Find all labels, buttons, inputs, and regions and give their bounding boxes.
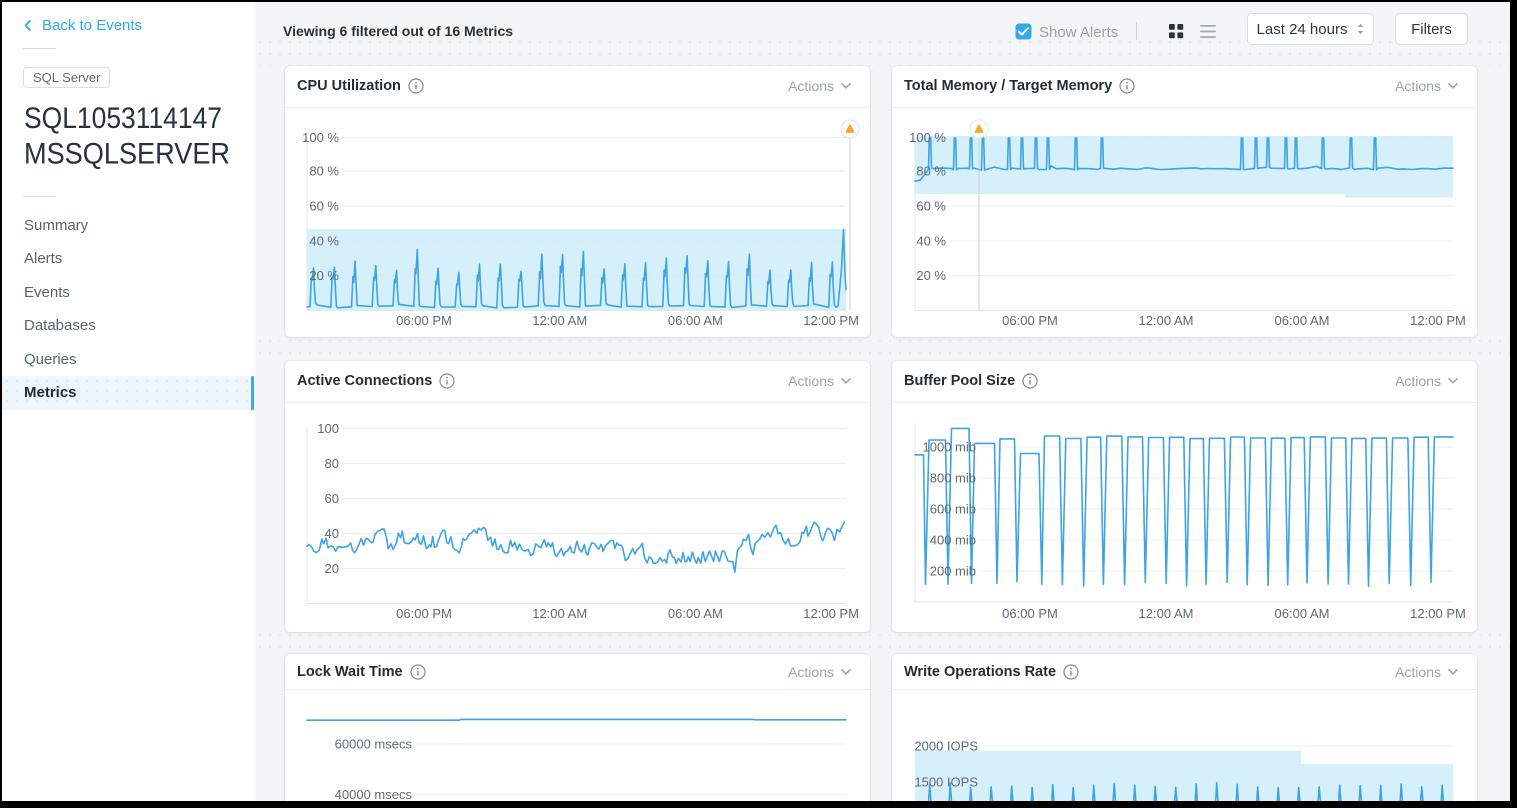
- svg-text:40: 40: [325, 526, 339, 541]
- svg-text:60 %: 60 %: [309, 199, 339, 214]
- svg-text:1500 IOPS: 1500 IOPS: [914, 775, 978, 790]
- svg-text:400 mib: 400 mib: [930, 533, 976, 548]
- svg-text:MSSQLSERVER: MSSQLSERVER: [24, 138, 230, 171]
- svg-text:12:00 PM: 12:00 PM: [1410, 606, 1466, 621]
- svg-text:06:00 AM: 06:00 AM: [1275, 606, 1330, 621]
- svg-text:06:00 AM: 06:00 AM: [1275, 313, 1330, 328]
- svg-text:100: 100: [317, 421, 339, 436]
- svg-text:80 %: 80 %: [309, 164, 339, 179]
- svg-text:1000 mib: 1000 mib: [923, 440, 976, 455]
- svg-text:200 mib: 200 mib: [930, 564, 976, 579]
- svg-text:12:00 AM: 12:00 AM: [1139, 313, 1194, 328]
- svg-text:12:00 PM: 12:00 PM: [803, 606, 859, 621]
- svg-text:12:00 AM: 12:00 AM: [1139, 606, 1194, 621]
- svg-text:800 mib: 800 mib: [930, 471, 976, 486]
- svg-text:12:00 AM: 12:00 AM: [532, 606, 587, 621]
- svg-text:20 %: 20 %: [309, 268, 339, 283]
- svg-text:06:00 PM: 06:00 PM: [1002, 313, 1058, 328]
- svg-text:06:00 PM: 06:00 PM: [396, 606, 452, 621]
- svg-text:06:00 AM: 06:00 AM: [668, 606, 723, 621]
- svg-text:40000 msecs: 40000 msecs: [335, 787, 413, 801]
- svg-text:60: 60: [325, 491, 339, 506]
- svg-text:12:00 PM: 12:00 PM: [1410, 313, 1466, 328]
- svg-text:12:00 PM: 12:00 PM: [803, 313, 859, 328]
- svg-text:80: 80: [325, 456, 339, 471]
- svg-text:60 %: 60 %: [916, 199, 946, 214]
- svg-text:06:00 PM: 06:00 PM: [396, 313, 452, 328]
- svg-text:06:00 AM: 06:00 AM: [668, 313, 723, 328]
- svg-text:40 %: 40 %: [309, 234, 339, 249]
- svg-text:40 %: 40 %: [916, 234, 946, 249]
- svg-text:06:00 PM: 06:00 PM: [1002, 606, 1058, 621]
- svg-text:20 %: 20 %: [916, 268, 946, 283]
- svg-text:SQL1053114147: SQL1053114147: [24, 102, 222, 135]
- svg-text:600 mib: 600 mib: [930, 502, 976, 517]
- svg-text:2000 IOPS: 2000 IOPS: [914, 739, 978, 754]
- svg-text:80 %: 80 %: [916, 164, 946, 179]
- svg-text:100 %: 100 %: [909, 130, 946, 145]
- svg-text:12:00 AM: 12:00 AM: [532, 313, 587, 328]
- svg-text:60000 msecs: 60000 msecs: [335, 737, 413, 752]
- svg-text:20: 20: [325, 561, 339, 576]
- svg-text:100 %: 100 %: [302, 130, 339, 145]
